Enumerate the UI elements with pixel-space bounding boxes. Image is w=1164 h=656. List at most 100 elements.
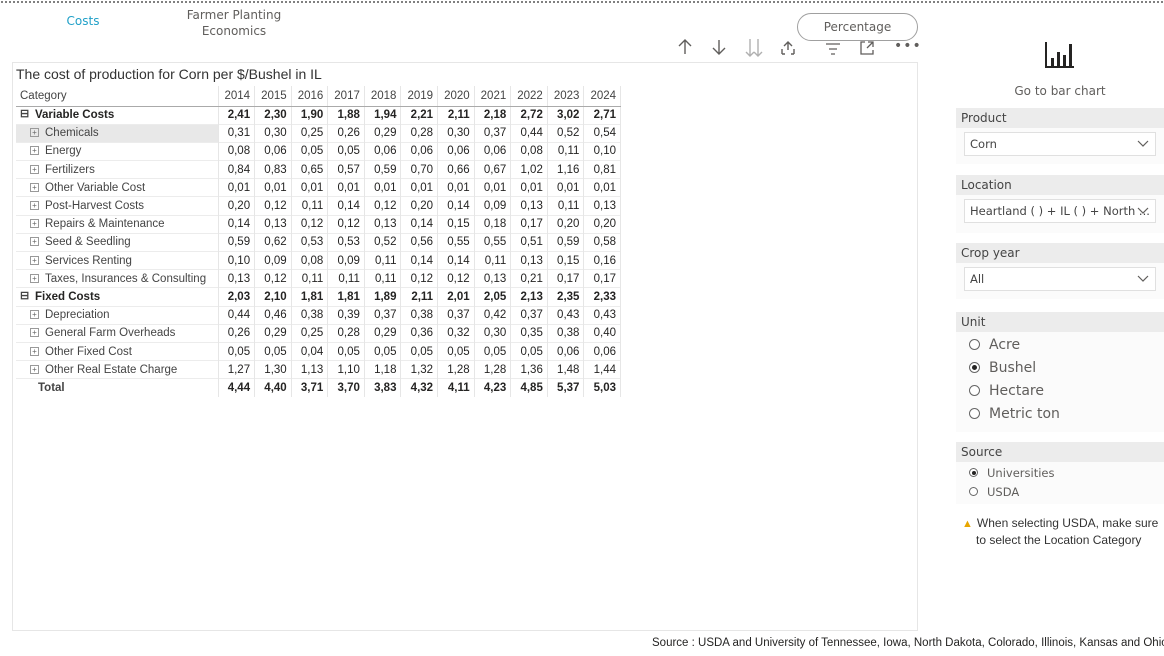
source-option-usda[interactable]: USDA <box>956 482 1164 501</box>
table-row[interactable]: + Energy 0,08 0,06 0,05 0,05 0,06 0,06 0,06 0,06 0… <box>16 141 622 161</box>
value-cell: 0,11 <box>291 196 329 216</box>
unit-option-acre[interactable]: Acre <box>956 333 1164 356</box>
table-row[interactable]: + Seed & Seedling 0,59 0,62 0,53 0,53 0,52 0,56… <box>16 232 622 252</box>
row-category-cell[interactable]: + Other Fixed Cost <box>16 341 219 361</box>
row-category-cell[interactable]: ⊟ Variable Costs <box>16 105 219 125</box>
value-cell: 0,01 <box>583 178 622 197</box>
collapse-icon[interactable]: ⊟ <box>20 290 29 302</box>
expand-icon[interactable]: + <box>30 164 39 174</box>
expand-icon[interactable]: + <box>30 128 39 138</box>
value-cell: 0,56 <box>400 232 439 252</box>
year-header-2021[interactable]: 2021 <box>474 86 512 107</box>
table-row[interactable]: + Other Fixed Cost 0,05 0,05 0,04 0,05 0,05 0,0… <box>16 341 622 361</box>
table-row[interactable]: ⊟ Variable Costs 2,41 2,30 1,90 1,88 1,94 2,21 2… <box>16 105 622 125</box>
expand-icon[interactable]: + <box>30 328 39 338</box>
row-category-cell[interactable]: + Seed & Seedling <box>16 232 219 252</box>
expand-icon[interactable]: + <box>30 310 39 320</box>
value-cell: 0,32 <box>437 323 475 343</box>
year-header-2018[interactable]: 2018 <box>364 86 402 107</box>
row-category-cell[interactable]: + Energy <box>16 141 219 161</box>
value-cell: 2,03 <box>218 287 256 307</box>
expand-icon[interactable]: + <box>30 237 39 247</box>
go-to-bar-chart-button[interactable]: Go to bar chart <box>990 40 1130 98</box>
crop-year-dropdown[interactable]: All <box>964 267 1156 291</box>
year-header-2022[interactable]: 2022 <box>510 86 548 107</box>
year-header-2016[interactable]: 2016 <box>291 86 329 107</box>
radio-button-icon[interactable] <box>969 487 978 496</box>
year-header-2020[interactable]: 2020 <box>437 86 475 107</box>
table-row[interactable]: + Taxes, Insurances & Consulting 0,13 0,12 0… <box>16 269 622 288</box>
expand-icon[interactable]: + <box>30 364 39 374</box>
nav-costs-link[interactable]: Costs <box>60 14 106 28</box>
source-option-universities[interactable]: Universities <box>956 463 1164 482</box>
year-header-2019[interactable]: 2019 <box>400 86 439 107</box>
row-category-cell[interactable]: + Chemicals <box>16 123 219 143</box>
year-header-2024[interactable]: 2024 <box>583 86 622 107</box>
value-cell: 0,01 <box>510 178 548 197</box>
row-category-cell[interactable]: + General Farm Overheads <box>16 323 219 343</box>
arrow-down-icon[interactable] <box>711 38 727 60</box>
table-row[interactable]: + Post-Harvest Costs 0,20 0,12 0,11 0,14 0,12 0… <box>16 196 622 216</box>
expand-icon[interactable]: + <box>30 146 39 156</box>
row-category-cell[interactable]: Total <box>16 378 219 397</box>
product-dropdown[interactable]: Corn <box>964 132 1156 156</box>
unit-option-hectare[interactable]: Hectare <box>956 379 1164 402</box>
value-cell: 0,55 <box>437 232 475 252</box>
expand-icon[interactable]: + <box>30 219 39 229</box>
row-category-cell[interactable]: + Repairs & Maintenance <box>16 214 219 234</box>
row-category-cell[interactable]: + Other Variable Cost <box>16 178 219 197</box>
location-slicer: Location Heartland ( ) + IL ( ) + North … <box>956 175 1164 233</box>
table-row[interactable]: + General Farm Overheads 0,26 0,29 0,25 0,28 0… <box>16 323 622 343</box>
percentage-button[interactable]: Percentage <box>797 13 918 41</box>
table-row[interactable]: + Other Variable Cost 0,01 0,01 0,01 0,01 0,01… <box>16 178 622 197</box>
row-label: Fixed Costs <box>35 290 101 303</box>
year-header-2017[interactable]: 2017 <box>327 86 365 107</box>
table-row[interactable]: + Services Renting 0,10 0,09 0,08 0,09 0,11 0,1… <box>16 250 622 270</box>
value-cell: 4,23 <box>474 378 512 397</box>
radio-button-icon[interactable] <box>969 468 978 477</box>
table-row[interactable]: + Other Real Estate Charge 1,27 1,30 1,13 1,1… <box>16 360 622 379</box>
unit-option-bushel[interactable]: Bushel <box>956 356 1164 379</box>
expand-hierarchy-icon[interactable] <box>780 40 796 60</box>
location-dropdown[interactable]: Heartland ( ) + IL ( ) + North ... <box>964 199 1156 223</box>
value-cell: 0,12 <box>291 214 329 234</box>
expand-icon[interactable]: + <box>30 255 39 265</box>
row-category-cell[interactable]: + Services Renting <box>16 250 219 270</box>
expand-icon[interactable]: + <box>30 201 39 211</box>
table-row[interactable]: + Repairs & Maintenance 0,14 0,13 0,12 0,12 0,… <box>16 214 622 234</box>
more-options-icon[interactable]: ••• <box>894 38 922 54</box>
radio-button-icon[interactable] <box>969 362 980 373</box>
row-category-cell[interactable]: + Depreciation <box>16 305 219 325</box>
radio-button-icon[interactable] <box>969 339 980 350</box>
arrow-up-icon[interactable] <box>677 38 693 60</box>
row-category-cell[interactable]: + Taxes, Insurances & Consulting <box>16 269 219 288</box>
radio-button-icon[interactable] <box>969 385 980 396</box>
year-header-2023[interactable]: 2023 <box>547 86 585 107</box>
row-category-cell[interactable]: + Fertilizers <box>16 160 219 179</box>
double-arrow-down-icon[interactable] <box>744 38 764 62</box>
collapse-icon[interactable]: ⊟ <box>20 109 29 120</box>
table-row[interactable]: + Depreciation 0,44 0,46 0,38 0,39 0,37 0,38 0,3… <box>16 305 622 325</box>
expand-icon[interactable]: + <box>30 273 39 283</box>
unit-option-metric-ton[interactable]: Metric ton <box>956 402 1164 425</box>
year-header-2015[interactable]: 2015 <box>254 86 292 107</box>
table-row[interactable]: ⊟ Fixed Costs 2,03 2,10 1,81 1,81 1,89 2,11 2,01… <box>16 287 622 307</box>
radio-button-icon[interactable] <box>969 408 980 419</box>
expand-icon[interactable]: + <box>30 182 39 192</box>
filter-icon[interactable] <box>825 41 841 60</box>
year-header-2014[interactable]: 2014 <box>218 86 256 107</box>
table-row[interactable]: + Fertilizers 0,84 0,83 0,65 0,57 0,59 0,70 0,66… <box>16 160 622 179</box>
row-category-cell[interactable]: ⊟ Fixed Costs <box>16 287 219 307</box>
focus-mode-icon[interactable] <box>859 40 875 60</box>
row-category-cell[interactable]: + Post-Harvest Costs <box>16 196 219 216</box>
table-row[interactable]: + Chemicals 0,31 0,30 0,25 0,26 0,29 0,28 0,30 0,… <box>16 123 622 143</box>
table-row[interactable]: Total 4,44 4,40 3,71 3,70 3,83 4,32 4,11 4,23 4,8… <box>16 378 622 397</box>
value-cell: 1,02 <box>510 160 548 179</box>
value-cell: 2,35 <box>547 287 585 307</box>
row-label: Taxes, Insurances & Consulting <box>45 272 207 285</box>
expand-icon[interactable]: + <box>30 346 39 356</box>
nav-farmer-planting-economics-link[interactable]: Farmer Planting Economics <box>178 7 290 39</box>
category-header[interactable]: Category <box>16 86 219 107</box>
row-category-cell[interactable]: + Other Real Estate Charge <box>16 360 219 379</box>
value-cell: 0,14 <box>218 214 256 234</box>
